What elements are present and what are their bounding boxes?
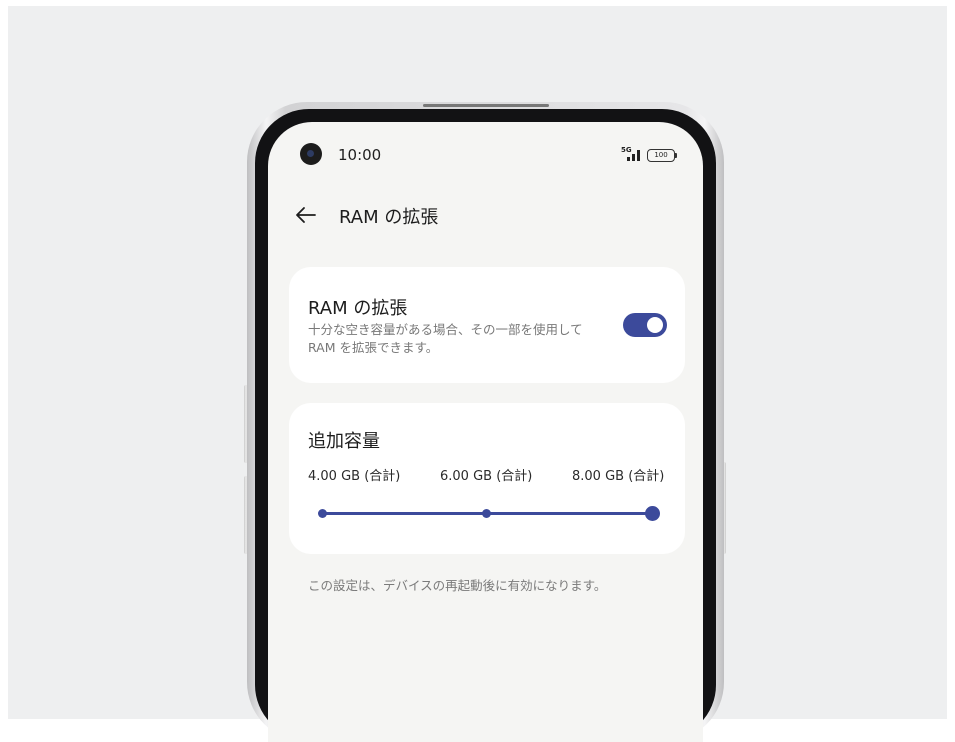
capacity-option-8gb[interactable]: 8.00 GB (合計) — [572, 465, 664, 484]
ram-expansion-card: RAM の拡張 十分な空き容量がある場合、その一部を使用して RAM を拡張でき… — [289, 267, 685, 383]
capacity-option-6gb[interactable]: 6.00 GB (合計) — [440, 465, 532, 484]
restart-notice: この設定は、デバイスの再起動後に有効になります。 — [308, 578, 607, 593]
status-time: 10:00 — [338, 146, 382, 164]
ram-expansion-description: 十分な空き容量がある場合、その一部を使用して RAM を拡張できます。 — [308, 322, 583, 355]
phone-speaker-grille — [423, 104, 549, 107]
ram-expansion-title: RAM の拡張 — [308, 298, 408, 319]
ram-expansion-toggle[interactable] — [623, 313, 667, 337]
slider-stop-4gb[interactable] — [318, 509, 327, 518]
phone-screen: 10:00 5G 100 RAM の拡張 RAM の拡張 十分な空き容量がある場… — [268, 122, 703, 742]
front-camera — [300, 143, 322, 165]
capacity-option-4gb[interactable]: 4.00 GB (合計) — [308, 465, 400, 484]
capacity-slider-thumb[interactable] — [645, 506, 660, 521]
additional-capacity-card: 追加容量 4.00 GB (合計) 6.00 GB (合計) 8.00 GB (… — [289, 403, 685, 554]
page-title: RAM の拡張 — [339, 207, 439, 228]
toggle-knob — [647, 317, 663, 333]
slider-stop-6gb[interactable] — [482, 509, 491, 518]
signal-icon: 5G — [621, 146, 643, 161]
additional-capacity-title: 追加容量 — [308, 431, 380, 452]
arrow-left-icon[interactable] — [294, 203, 318, 227]
battery-icon: 100 — [647, 148, 677, 162]
network-type-label: 5G — [621, 146, 632, 154]
status-indicators: 5G 100 — [621, 146, 677, 162]
